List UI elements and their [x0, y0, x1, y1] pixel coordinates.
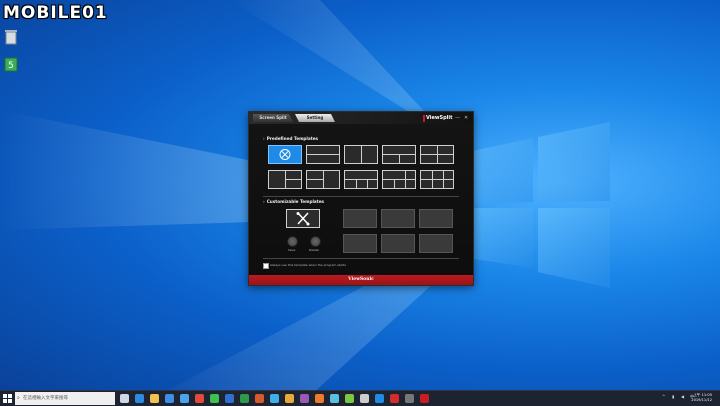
- network-icon[interactable]: ▮: [672, 394, 674, 399]
- close-button[interactable]: ✕: [464, 114, 468, 122]
- file-explorer-icon[interactable]: [150, 394, 159, 403]
- template-2-rows[interactable]: [306, 145, 340, 164]
- desktop-icon-recycle-bin[interactable]: [3, 28, 19, 46]
- no-split-icon: [279, 149, 291, 160]
- task-view-icon[interactable]: [120, 394, 129, 403]
- startup-template-checkbox[interactable]: [263, 263, 269, 269]
- template-1-top-3-bottom[interactable]: [382, 170, 416, 189]
- delete-button[interactable]: [310, 236, 321, 247]
- start-button[interactable]: [3, 394, 12, 403]
- watermark-logo: MOBILE01: [3, 3, 108, 23]
- startup-template-label: Always use this template when the progra…: [270, 263, 346, 267]
- template-2-left-1-right[interactable]: [306, 170, 340, 189]
- save-label: Save: [288, 248, 296, 252]
- tab-screen-split[interactable]: Screen Split: [253, 114, 293, 122]
- custom-slot-2[interactable]: [381, 209, 415, 228]
- predefined-templates-heading: › Predefined Templates: [263, 136, 319, 141]
- template-1-left-2-right[interactable]: [268, 170, 302, 189]
- search-icon: ⌕: [17, 395, 20, 401]
- footer-brand-bar: ViewSonic: [249, 275, 473, 285]
- app-icon-2[interactable]: [300, 394, 309, 403]
- firefox-icon[interactable]: [315, 394, 324, 403]
- app-brand: ViewSplit: [426, 115, 453, 121]
- taskbar: ⌕ 在這裡輸入文字來搜尋 ^ ▮ ◀ 中 上午 11:05 2019/11/12: [0, 390, 720, 406]
- section-divider: [263, 258, 459, 259]
- chrome-icon[interactable]: [195, 394, 204, 403]
- store-icon[interactable]: [165, 394, 174, 403]
- custom-slot-1[interactable]: [343, 209, 377, 228]
- system-clock[interactable]: 上午 11:05 2019/11/12: [691, 393, 712, 403]
- desktop-icon-app[interactable]: 5: [3, 56, 19, 74]
- search-placeholder: 在這裡輸入文字來搜尋: [23, 396, 68, 401]
- template-2x2[interactable]: [420, 145, 454, 164]
- template-3-cols[interactable]: [344, 170, 378, 189]
- custom-slot-6[interactable]: [419, 234, 453, 253]
- template-1-top-2-bottom[interactable]: [382, 145, 416, 164]
- tab-setting[interactable]: Setting: [295, 114, 335, 122]
- app-icon-3[interactable]: [330, 394, 339, 403]
- svg-text:5: 5: [8, 61, 14, 71]
- taskbar-search-box[interactable]: ⌕ 在這裡輸入文字來搜尋: [15, 392, 115, 405]
- mail-icon[interactable]: [180, 394, 189, 403]
- word-icon[interactable]: [225, 394, 234, 403]
- tools-icon: [296, 212, 310, 226]
- app-icon-1[interactable]: [285, 394, 294, 403]
- chevron-right-icon: ›: [263, 136, 265, 141]
- powerpoint-icon[interactable]: [255, 394, 264, 403]
- brand-accent: [423, 115, 425, 122]
- clock-date: 2019/11/12: [691, 398, 712, 402]
- viewsplit-icon[interactable]: [420, 394, 429, 403]
- app-icon-6[interactable]: [375, 394, 384, 403]
- photos-icon[interactable]: [270, 394, 279, 403]
- custom-slot-5[interactable]: [381, 234, 415, 253]
- edge-icon[interactable]: [135, 394, 144, 403]
- template-3x2[interactable]: [420, 170, 454, 189]
- chevron-right-icon: ›: [263, 199, 265, 204]
- app-icon-5[interactable]: [360, 394, 369, 403]
- tray-chevron-icon[interactable]: ^: [662, 394, 665, 399]
- save-button[interactable]: [287, 236, 298, 247]
- app-icon-7[interactable]: [405, 394, 414, 403]
- line-icon[interactable]: [210, 394, 219, 403]
- excel-icon[interactable]: [240, 394, 249, 403]
- template-2-cols[interactable]: [344, 145, 378, 164]
- customizable-templates-heading: › Customizable Templates: [263, 199, 325, 204]
- title-bar[interactable]: Screen Split Setting ViewSplit — ✕: [249, 112, 473, 124]
- custom-slot-4[interactable]: [343, 234, 377, 253]
- windows-logo: [468, 122, 610, 288]
- volume-icon[interactable]: ◀: [681, 394, 684, 399]
- app-shortcut-icon: 5: [4, 57, 18, 72]
- section-divider: [263, 196, 459, 197]
- app-icon-4[interactable]: [345, 394, 354, 403]
- viewsplit-window: Screen Split Setting ViewSplit — ✕ › Pred…: [248, 111, 474, 286]
- edit-template-button[interactable]: [286, 209, 320, 228]
- delete-label: Delete: [309, 248, 319, 252]
- custom-slot-3[interactable]: [419, 209, 453, 228]
- acrobat-icon[interactable]: [390, 394, 399, 403]
- template-none[interactable]: [268, 145, 302, 164]
- recycle-bin-icon: [5, 30, 17, 45]
- minimize-button[interactable]: —: [455, 114, 460, 122]
